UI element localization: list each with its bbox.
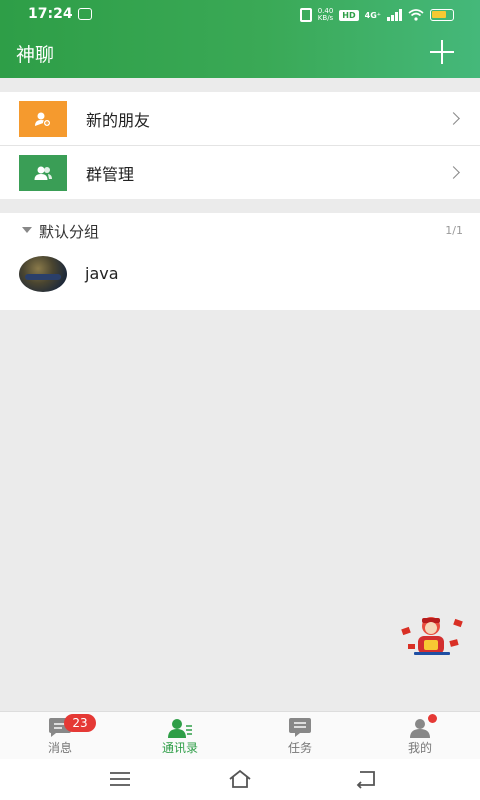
entry-list: 新的朋友 群管理 <box>0 92 480 199</box>
avatar <box>19 256 67 292</box>
status-bar: 17:24 0.40 KB/s HD 4G⁺ <box>0 0 480 30</box>
network-type: 4G⁺ <box>364 10 381 20</box>
status-indicators: 0.40 KB/s HD 4G⁺ <box>299 6 454 24</box>
group-manage-label: 群管理 <box>86 164 135 184</box>
tab-label: 我的 <box>407 741 432 755</box>
home-icon[interactable] <box>228 769 252 789</box>
caret-down-icon <box>22 227 32 233</box>
contact-name: java <box>85 264 119 283</box>
notification-dot <box>428 714 437 723</box>
new-friends-label: 新的朋友 <box>86 110 151 130</box>
back-icon[interactable] <box>354 769 378 789</box>
bottom-tab-bar: 23 消息 通讯录 任务 我的 <box>0 711 480 759</box>
tab-messages[interactable]: 23 消息 <box>0 712 120 760</box>
group-header[interactable]: 默认分组 1/1 <box>0 213 480 247</box>
contact-item[interactable]: java <box>0 253 480 303</box>
chevron-right-icon <box>447 112 460 125</box>
wifi-icon <box>408 9 424 21</box>
vibrate-icon <box>299 8 312 22</box>
tab-label: 任务 <box>287 741 312 755</box>
notification-icon <box>78 8 92 20</box>
app-header: 17:24 0.40 KB/s HD 4G⁺ 神聊 <box>0 0 480 78</box>
add-user-icon <box>19 100 67 137</box>
group-count: 1/1 <box>445 224 463 237</box>
tab-tasks[interactable]: 任务 <box>240 712 360 760</box>
group-name: 默认分组 <box>39 223 100 241</box>
floating-mascot[interactable] <box>400 614 466 656</box>
net-speed: 0.40 KB/s <box>318 8 334 22</box>
add-button[interactable] <box>430 40 454 64</box>
contact-group: 默认分组 1/1 java <box>0 213 480 310</box>
menu-icon[interactable] <box>108 769 132 789</box>
tab-profile[interactable]: 我的 <box>360 712 480 760</box>
tab-label: 消息 <box>47 741 72 755</box>
net-speed-unit: KB/s <box>317 14 334 22</box>
group-icon <box>19 154 67 191</box>
new-friends-row[interactable]: 新的朋友 <box>0 92 480 145</box>
tab-label: 通讯录 <box>161 741 198 755</box>
status-time: 17:24 <box>28 6 73 22</box>
unread-badge: 23 <box>64 714 96 732</box>
signal-icon <box>387 9 402 21</box>
system-nav-bar <box>0 759 480 800</box>
group-manage-row[interactable]: 群管理 <box>0 145 480 199</box>
tab-contacts[interactable]: 通讯录 <box>120 712 240 760</box>
page-title: 神聊 <box>16 44 55 66</box>
hd-icon: HD <box>339 9 359 21</box>
chevron-right-icon <box>447 166 460 179</box>
task-icon <box>289 718 311 737</box>
battery-icon <box>430 9 454 21</box>
contacts-icon <box>168 719 192 738</box>
